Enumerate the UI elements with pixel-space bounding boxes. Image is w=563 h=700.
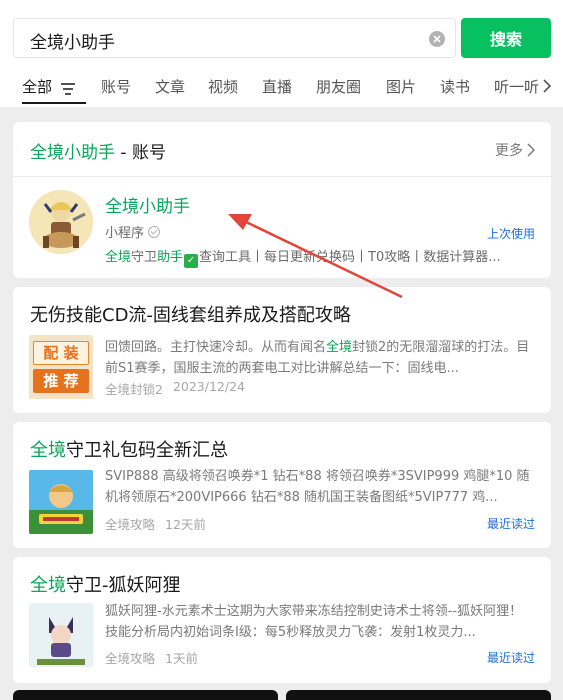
last-used-label: 上次使用	[486, 227, 535, 241]
article-title[interactable]: 全境守卫-狐妖阿狸	[30, 571, 181, 597]
more-label: 更多	[495, 143, 523, 159]
excerpt-text: 回馈回路。主打快速冷却。从而有闻名	[105, 340, 327, 355]
clear-icon[interactable]	[429, 31, 445, 47]
recently-read-label: 最近读过	[486, 651, 535, 665]
excerpt-highlight: 全境	[326, 340, 353, 355]
article-title[interactable]: 全境守卫礼包码全新汇总	[30, 436, 228, 462]
mini-program-description: 全境守卫助手 ✓ 查询工具丨每日更新兑换码丨T0攻略丨数据计算器...	[105, 246, 535, 268]
search-query-text: 全境小助手	[30, 33, 115, 53]
title-highlight: 全境	[30, 575, 66, 596]
next-result-card	[13, 690, 278, 700]
tab-books[interactable]: 读书	[440, 76, 470, 97]
tab-all[interactable]: 全部	[22, 76, 52, 97]
tab-images[interactable]: 图片	[386, 76, 416, 97]
active-tab-indicator	[22, 102, 86, 104]
article-meta: 全境封锁2 2023/12/24	[105, 379, 245, 398]
tab-moments[interactable]: 朋友圈	[316, 76, 361, 97]
desc-highlight: 全境	[105, 250, 132, 265]
next-result-card	[286, 690, 551, 700]
article-date: 12天前	[165, 517, 206, 532]
article-excerpt: 狐妖阿狸-水元素术士这期为大家带来冻结控制史诗术士将领--狐妖阿狸！技能分析局内…	[105, 604, 523, 640]
tab-accounts[interactable]: 账号	[101, 76, 131, 97]
desc-highlight: 助手	[157, 250, 184, 265]
filter-icon[interactable]	[61, 80, 75, 99]
mini-program-avatar[interactable]	[29, 190, 93, 254]
thumbnail-text: 推 荐	[33, 369, 89, 393]
category-tabs: 全部 账号 文章 视频 直播 朋友圈 图片 读书 听一听	[0, 70, 563, 106]
account-section-heading: 全境小助手 - 账号	[30, 138, 166, 163]
article-title[interactable]: 无伤技能CD流-固线套组养成及搭配攻略	[30, 301, 351, 327]
article-thumbnail: 配 装 推 荐	[29, 335, 93, 399]
more-accounts-link[interactable]: 更多	[495, 140, 535, 160]
verified-icon	[148, 225, 161, 238]
desc-text: 守卫	[131, 250, 158, 265]
title-highlight: 全境	[30, 440, 66, 461]
tab-articles[interactable]: 文章	[155, 76, 185, 97]
article-excerpt: 回馈回路。主打快速冷却。从而有闻名全境封锁2的无限溜溜球的打法。目前S1赛季，国…	[105, 337, 535, 379]
chevron-right-icon[interactable]	[542, 78, 552, 98]
search-button[interactable]: 搜索	[461, 18, 551, 58]
recently-read-label: 最近读过	[486, 517, 535, 531]
account-type: 小程序	[105, 222, 161, 241]
article-source[interactable]: 全境封锁2	[105, 379, 163, 398]
article-meta: 全境攻略 1天前	[105, 648, 198, 667]
heading-highlight: 全境小助手	[30, 143, 115, 163]
chevron-right-icon	[527, 143, 535, 157]
article-thumbnail	[29, 603, 93, 667]
mini-program-name[interactable]: 全境小助手	[105, 192, 190, 217]
article-source[interactable]: 全境攻略	[105, 514, 155, 533]
title-rest: 守卫-狐妖阿狸	[66, 575, 181, 596]
account-section-card: 全境小助手 - 账号 更多 全境小助手 小程序 上次使用 全境守卫助手 ✓ 查询工具…	[13, 122, 551, 278]
article-date: 1天前	[165, 651, 198, 666]
tab-videos[interactable]: 视频	[208, 76, 238, 97]
article-source[interactable]: 全境攻略	[105, 648, 155, 667]
desc-text: 查询工具丨每日更新兑换码丨T0攻略丨数据计算器...	[199, 250, 501, 265]
heading-rest: - 账号	[115, 143, 166, 163]
title-rest: 守卫礼包码全新汇总	[66, 440, 228, 461]
tab-listen[interactable]: 听一听	[494, 76, 539, 97]
check-mark-icon: ✓	[184, 254, 199, 268]
divider	[13, 176, 551, 177]
article-thumbnail	[29, 470, 93, 534]
article-card[interactable]: 全境守卫礼包码全新汇总 SVIP888 高级将领召唤券*1 钻石*88 将领召唤…	[13, 422, 551, 548]
article-date: 2023/12/24	[172, 379, 245, 394]
article-card[interactable]: 无伤技能CD流-固线套组养成及搭配攻略 配 装 推 荐 回馈回路。主打快速冷却。…	[13, 287, 551, 413]
search-input[interactable]: 全境小助手	[13, 18, 456, 58]
thumbnail-text: 配 装	[33, 341, 89, 365]
article-meta: 全境攻略 12天前	[105, 514, 206, 533]
search-header: 全境小助手 搜索 全部 账号 文章 视频 直播 朋友圈 图片 读书 听一听	[0, 0, 563, 107]
account-type-label: 小程序	[105, 226, 145, 241]
tab-live[interactable]: 直播	[262, 76, 292, 97]
article-card[interactable]: 全境守卫-狐妖阿狸 狐妖阿狸-水元素术士这期为大家带来冻结控制史诗术士将领--狐…	[13, 557, 551, 683]
article-excerpt: SVIP888 高级将领召唤券*1 钻石*88 将领召唤券*3SVIP999 鸡…	[105, 469, 530, 505]
